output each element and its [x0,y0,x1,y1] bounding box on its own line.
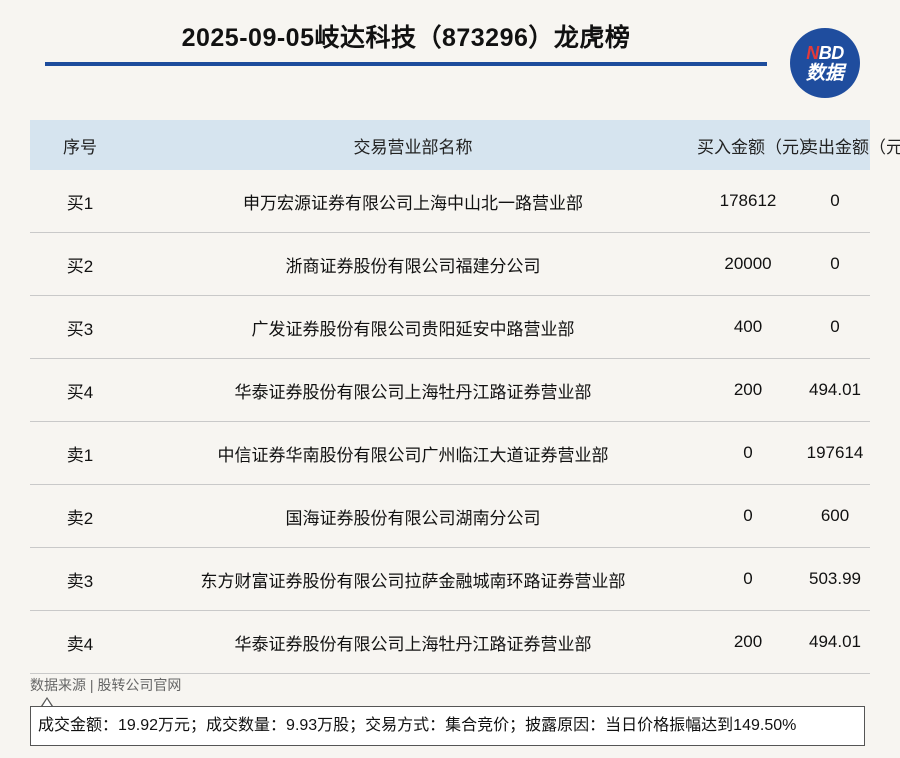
logo-line2: 数据 [805,62,844,84]
cell-sell-amount: 0 [800,170,870,233]
table-row: 买4 华泰证券股份有限公司上海牡丹江路证券营业部 200 494.01 [30,358,870,422]
cell-buy-amount: 178612 [696,170,800,233]
col-header-sell: 卖出金额（元） [800,120,900,170]
col-header-buy: 买入金额（元） [696,120,816,170]
cell-sell-amount: 0 [800,295,870,359]
table-row: 买3 广发证券股份有限公司贵阳延安中路营业部 400 0 [30,295,870,359]
cell-branch-name: 国海证券股份有限公司湖南分公司 [130,484,696,548]
table-row: 买2 浙商证券股份有限公司福建分公司 20000 0 [30,232,870,296]
cell-seq: 卖3 [30,547,130,611]
cell-buy-amount: 400 [696,295,800,359]
cell-buy-amount: 0 [696,547,800,611]
nbd-logo: NBD 数据 [790,28,860,98]
cell-branch-name: 中信证券华南股份有限公司广州临江大道证券营业部 [130,421,696,485]
table-row: 卖4 华泰证券股份有限公司上海牡丹江路证券营业部 200 494.01 [30,610,870,674]
cell-sell-amount: 494.01 [800,358,870,422]
table-row: 卖3 东方财富证券股份有限公司拉萨金融城南环路证券营业部 0 503.99 [30,547,870,611]
cell-sell-amount: 494.01 [800,610,870,674]
logo-letters-bd: BD [818,42,845,63]
cell-branch-name: 申万宏源证券有限公司上海中山北一路营业部 [130,170,696,233]
cell-buy-amount: 200 [696,610,800,674]
trade-summary: 成交金额：19.92万元；成交数量：9.93万股；交易方式：集合竞价；披露原因：… [30,706,865,746]
logo-letter-n: N [806,42,819,63]
title-underline [45,62,767,66]
cell-seq: 买1 [30,170,130,233]
cell-sell-amount: 600 [800,484,870,548]
cell-buy-amount: 20000 [696,232,800,296]
page-title: 2025-09-05岐达科技（873296）龙虎榜 [181,24,631,52]
cell-branch-name: 东方财富证券股份有限公司拉萨金融城南环路证券营业部 [130,547,696,611]
col-header-seq: 序号 [30,120,130,170]
data-source: 数据来源 | 股转公司官网 [30,677,182,693]
cell-sell-amount: 197614 [800,421,870,485]
cell-seq: 卖4 [30,610,130,674]
cell-seq: 买4 [30,358,130,422]
cell-seq: 卖1 [30,421,130,485]
dragon-tiger-table: 序号 交易营业部名称 买入金额（元） 卖出金额（元） 买1申万宏源证券有限公司上… [30,120,900,674]
col-header-branch: 交易营业部名称 [130,120,696,170]
table-row: 卖1 中信证券华南股份有限公司广州临江大道证券营业部 0 197614 [30,421,870,485]
table-row: 卖2 国海证券股份有限公司湖南分公司 0 600 [30,484,870,548]
cell-seq: 买2 [30,232,130,296]
table-header-row: 序号 交易营业部名称 买入金额（元） 卖出金额（元） [30,120,900,170]
cell-branch-name: 广发证券股份有限公司贵阳延安中路营业部 [130,295,696,359]
cell-seq: 买3 [30,295,130,359]
logo-line1: NBD [806,44,844,62]
cell-buy-amount: 200 [696,358,800,422]
cell-sell-amount: 503.99 [800,547,870,611]
cell-buy-amount: 0 [696,484,800,548]
cell-sell-amount: 0 [800,232,870,296]
cell-branch-name: 浙商证券股份有限公司福建分公司 [130,232,696,296]
cell-buy-amount: 0 [696,421,800,485]
cell-branch-name: 华泰证券股份有限公司上海牡丹江路证券营业部 [130,358,696,422]
cell-seq: 卖2 [30,484,130,548]
table-row: 买1 申万宏源证券有限公司上海中山北一路营业部 178612 0 [30,170,870,233]
cell-branch-name: 华泰证券股份有限公司上海牡丹江路证券营业部 [130,610,696,674]
